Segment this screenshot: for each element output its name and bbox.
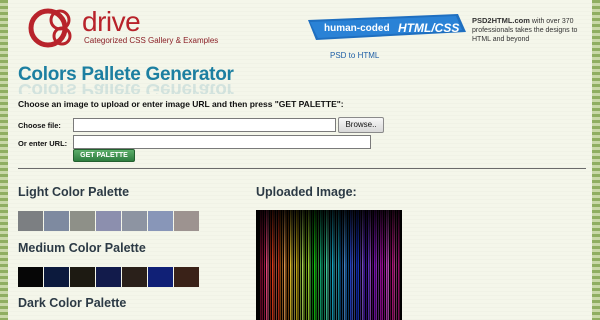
upload-instruction: Choose an image to upload or enter image… bbox=[18, 99, 344, 109]
page-title: Colors Pallete Generator bbox=[18, 64, 234, 85]
psd2html-ad-banner[interactable]: human-coded HTML/CSS bbox=[308, 14, 466, 44]
color-swatch[interactable] bbox=[44, 267, 69, 287]
get-palette-button[interactable]: GET PALETTE bbox=[73, 149, 135, 162]
uploaded-image-heading: Uploaded Image: bbox=[256, 185, 357, 199]
color-swatch[interactable] bbox=[44, 211, 69, 231]
browse-button[interactable]: Browse.. bbox=[338, 117, 384, 133]
ad-copy: PSD2HTML.com with over 370 professionals… bbox=[472, 16, 584, 44]
medium-palette-heading: Medium Color Palette bbox=[18, 241, 146, 255]
color-swatch[interactable] bbox=[96, 211, 121, 231]
color-swatch[interactable] bbox=[148, 267, 173, 287]
color-swatch[interactable] bbox=[70, 211, 95, 231]
color-swatch[interactable] bbox=[148, 211, 173, 231]
color-swatch[interactable] bbox=[70, 267, 95, 287]
color-swatch[interactable] bbox=[122, 211, 147, 231]
dark-palette-heading: Dark Color Palette bbox=[18, 296, 127, 310]
color-swatch[interactable] bbox=[18, 211, 43, 231]
logo-wordmark[interactable]: drive bbox=[82, 6, 141, 38]
image-url-input[interactable] bbox=[73, 135, 371, 149]
medium-palette bbox=[18, 267, 200, 287]
color-swatch[interactable] bbox=[18, 267, 43, 287]
light-palette bbox=[18, 211, 200, 231]
url-label: Or enter URL: bbox=[18, 139, 68, 148]
color-swatch[interactable] bbox=[174, 267, 199, 287]
color-swatch[interactable] bbox=[174, 211, 199, 231]
ad-brand: PSD2HTML.com bbox=[472, 16, 530, 25]
logo-tagline: Categorized CSS Gallery & Examples bbox=[84, 36, 219, 45]
page-title-reflection: Colors Pallete Generator bbox=[18, 84, 234, 94]
spectrum-lines-image bbox=[256, 210, 402, 320]
ribbon-text-right: HTML/CSS bbox=[398, 21, 460, 35]
light-palette-heading: Light Color Palette bbox=[18, 185, 130, 199]
ribbon-text-left: human-coded bbox=[324, 23, 390, 34]
uploaded-image bbox=[256, 210, 402, 320]
choose-file-label: Choose file: bbox=[18, 121, 61, 130]
color-swatch[interactable] bbox=[122, 267, 147, 287]
file-path-field[interactable] bbox=[73, 118, 336, 132]
right-decorative-stripe bbox=[592, 0, 600, 320]
psd-to-html-link[interactable]: PSD to HTML bbox=[330, 51, 379, 60]
left-decorative-stripe bbox=[0, 0, 8, 320]
section-divider bbox=[18, 168, 586, 169]
color-swatch[interactable] bbox=[96, 267, 121, 287]
